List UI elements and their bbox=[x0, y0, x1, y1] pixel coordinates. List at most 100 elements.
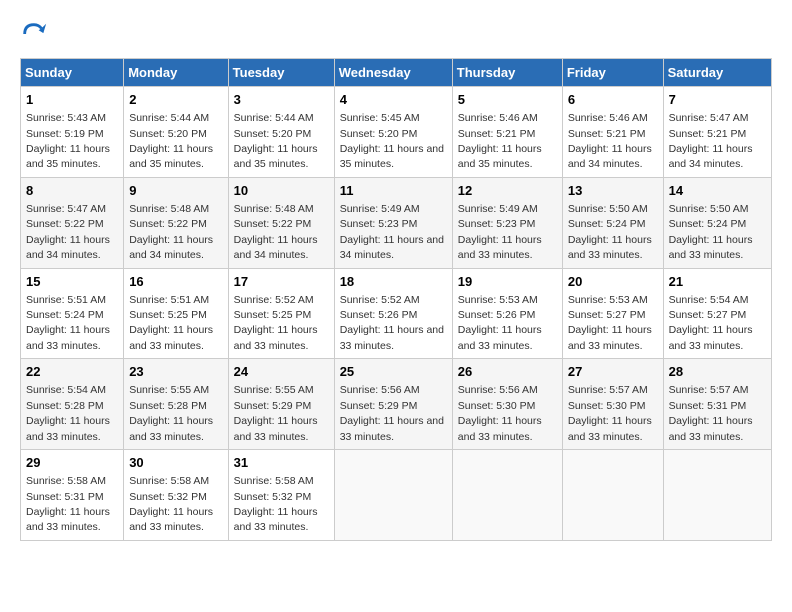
calendar-cell: 25 Sunrise: 5:56 AMSunset: 5:29 PMDayligh… bbox=[334, 359, 452, 450]
week-row-1: 1 Sunrise: 5:43 AMSunset: 5:19 PMDaylight… bbox=[21, 87, 772, 178]
calendar-cell bbox=[663, 450, 771, 541]
calendar-cell: 9Sunrise: 5:48 AMSunset: 5:22 PMDaylight… bbox=[124, 177, 228, 268]
day-number: 1 bbox=[26, 91, 118, 109]
header-thursday: Thursday bbox=[452, 59, 562, 87]
calendar-cell: 1 Sunrise: 5:43 AMSunset: 5:19 PMDaylight… bbox=[21, 87, 124, 178]
day-number: 19 bbox=[458, 273, 557, 291]
week-row-3: 15 Sunrise: 5:51 AMSunset: 5:24 PMDayligh… bbox=[21, 268, 772, 359]
week-row-5: 29 Sunrise: 5:58 AMSunset: 5:31 PMDayligh… bbox=[21, 450, 772, 541]
calendar-table: SundayMondayTuesdayWednesdayThursdayFrid… bbox=[20, 58, 772, 541]
calendar-cell: 20Sunrise: 5:53 AMSunset: 5:27 PMDayligh… bbox=[562, 268, 663, 359]
calendar-cell: 28 Sunrise: 5:57 AMSunset: 5:31 PMDayligh… bbox=[663, 359, 771, 450]
calendar-cell: 29 Sunrise: 5:58 AMSunset: 5:31 PMDayligh… bbox=[21, 450, 124, 541]
header-saturday: Saturday bbox=[663, 59, 771, 87]
day-detail: Sunrise: 5:47 AMSunset: 5:21 PMDaylight:… bbox=[669, 112, 753, 170]
calendar-cell: 14 Sunrise: 5:50 AMSunset: 5:24 PMDayligh… bbox=[663, 177, 771, 268]
day-number: 11 bbox=[340, 182, 447, 200]
day-detail: Sunrise: 5:47 AMSunset: 5:22 PMDaylight:… bbox=[26, 203, 110, 261]
day-detail: Sunrise: 5:44 AMSunset: 5:20 PMDaylight:… bbox=[129, 112, 213, 170]
day-detail: Sunrise: 5:46 AMSunset: 5:21 PMDaylight:… bbox=[458, 112, 542, 170]
calendar-cell: 23 Sunrise: 5:55 AMSunset: 5:28 PMDayligh… bbox=[124, 359, 228, 450]
calendar-cell: 6 Sunrise: 5:46 AMSunset: 5:21 PMDaylight… bbox=[562, 87, 663, 178]
day-number: 4 bbox=[340, 91, 447, 109]
logo-icon bbox=[20, 20, 48, 48]
calendar-cell: 4 Sunrise: 5:45 AMSunset: 5:20 PMDaylight… bbox=[334, 87, 452, 178]
day-number: 2 bbox=[129, 91, 222, 109]
calendar-cell: 3Sunrise: 5:44 AMSunset: 5:20 PMDaylight… bbox=[228, 87, 334, 178]
day-number: 30 bbox=[129, 454, 222, 472]
day-detail: Sunrise: 5:46 AMSunset: 5:21 PMDaylight:… bbox=[568, 112, 652, 170]
day-number: 14 bbox=[669, 182, 766, 200]
day-detail: Sunrise: 5:56 AMSunset: 5:30 PMDaylight:… bbox=[458, 384, 542, 442]
day-detail: Sunrise: 5:49 AMSunset: 5:23 PMDaylight:… bbox=[458, 203, 542, 261]
day-number: 12 bbox=[458, 182, 557, 200]
day-detail: Sunrise: 5:55 AMSunset: 5:29 PMDaylight:… bbox=[234, 384, 318, 442]
calendar-cell: 13Sunrise: 5:50 AMSunset: 5:24 PMDayligh… bbox=[562, 177, 663, 268]
calendar-cell: 26 Sunrise: 5:56 AMSunset: 5:30 PMDayligh… bbox=[452, 359, 562, 450]
header-sunday: Sunday bbox=[21, 59, 124, 87]
day-number: 18 bbox=[340, 273, 447, 291]
day-detail: Sunrise: 5:49 AMSunset: 5:23 PMDaylight:… bbox=[340, 203, 444, 261]
calendar-cell: 12 Sunrise: 5:49 AMSunset: 5:23 PMDayligh… bbox=[452, 177, 562, 268]
day-detail: Sunrise: 5:51 AMSunset: 5:25 PMDaylight:… bbox=[129, 294, 213, 352]
week-row-2: 8 Sunrise: 5:47 AMSunset: 5:22 PMDaylight… bbox=[21, 177, 772, 268]
day-detail: Sunrise: 5:55 AMSunset: 5:28 PMDaylight:… bbox=[129, 384, 213, 442]
day-detail: Sunrise: 5:57 AMSunset: 5:31 PMDaylight:… bbox=[669, 384, 753, 442]
calendar-cell: 19 Sunrise: 5:53 AMSunset: 5:26 PMDayligh… bbox=[452, 268, 562, 359]
day-detail: Sunrise: 5:43 AMSunset: 5:19 PMDaylight:… bbox=[26, 112, 110, 170]
day-number: 24 bbox=[234, 363, 329, 381]
calendar-cell: 22 Sunrise: 5:54 AMSunset: 5:28 PMDayligh… bbox=[21, 359, 124, 450]
day-detail: Sunrise: 5:45 AMSunset: 5:20 PMDaylight:… bbox=[340, 112, 444, 170]
calendar-cell: 16Sunrise: 5:51 AMSunset: 5:25 PMDayligh… bbox=[124, 268, 228, 359]
logo bbox=[20, 20, 52, 48]
day-detail: Sunrise: 5:52 AMSunset: 5:25 PMDaylight:… bbox=[234, 294, 318, 352]
day-detail: Sunrise: 5:50 AMSunset: 5:24 PMDaylight:… bbox=[669, 203, 753, 261]
day-detail: Sunrise: 5:54 AMSunset: 5:27 PMDaylight:… bbox=[669, 294, 753, 352]
day-detail: Sunrise: 5:56 AMSunset: 5:29 PMDaylight:… bbox=[340, 384, 444, 442]
day-detail: Sunrise: 5:58 AMSunset: 5:31 PMDaylight:… bbox=[26, 475, 110, 533]
day-detail: Sunrise: 5:52 AMSunset: 5:26 PMDaylight:… bbox=[340, 294, 444, 352]
calendar-cell bbox=[334, 450, 452, 541]
day-number: 23 bbox=[129, 363, 222, 381]
calendar-cell: 24 Sunrise: 5:55 AMSunset: 5:29 PMDayligh… bbox=[228, 359, 334, 450]
day-detail: Sunrise: 5:48 AMSunset: 5:22 PMDaylight:… bbox=[234, 203, 318, 261]
day-number: 28 bbox=[669, 363, 766, 381]
day-number: 26 bbox=[458, 363, 557, 381]
day-detail: Sunrise: 5:54 AMSunset: 5:28 PMDaylight:… bbox=[26, 384, 110, 442]
calendar-cell: 5 Sunrise: 5:46 AMSunset: 5:21 PMDaylight… bbox=[452, 87, 562, 178]
calendar-cell: 30 Sunrise: 5:58 AMSunset: 5:32 PMDayligh… bbox=[124, 450, 228, 541]
calendar-cell: 18 Sunrise: 5:52 AMSunset: 5:26 PMDayligh… bbox=[334, 268, 452, 359]
day-number: 22 bbox=[26, 363, 118, 381]
day-number: 9 bbox=[129, 182, 222, 200]
header bbox=[20, 20, 772, 48]
calendar-cell: 15 Sunrise: 5:51 AMSunset: 5:24 PMDayligh… bbox=[21, 268, 124, 359]
header-friday: Friday bbox=[562, 59, 663, 87]
day-number: 6 bbox=[568, 91, 658, 109]
day-detail: Sunrise: 5:58 AMSunset: 5:32 PMDaylight:… bbox=[234, 475, 318, 533]
calendar-cell: 10Sunrise: 5:48 AMSunset: 5:22 PMDayligh… bbox=[228, 177, 334, 268]
day-number: 27 bbox=[568, 363, 658, 381]
day-number: 17 bbox=[234, 273, 329, 291]
day-detail: Sunrise: 5:53 AMSunset: 5:26 PMDaylight:… bbox=[458, 294, 542, 352]
calendar-cell bbox=[452, 450, 562, 541]
calendar-cell: 8 Sunrise: 5:47 AMSunset: 5:22 PMDaylight… bbox=[21, 177, 124, 268]
calendar-cell: 11 Sunrise: 5:49 AMSunset: 5:23 PMDayligh… bbox=[334, 177, 452, 268]
header-tuesday: Tuesday bbox=[228, 59, 334, 87]
day-number: 31 bbox=[234, 454, 329, 472]
day-detail: Sunrise: 5:58 AMSunset: 5:32 PMDaylight:… bbox=[129, 475, 213, 533]
day-number: 8 bbox=[26, 182, 118, 200]
day-detail: Sunrise: 5:57 AMSunset: 5:30 PMDaylight:… bbox=[568, 384, 652, 442]
day-number: 29 bbox=[26, 454, 118, 472]
calendar-cell: 7Sunrise: 5:47 AMSunset: 5:21 PMDaylight… bbox=[663, 87, 771, 178]
day-number: 3 bbox=[234, 91, 329, 109]
day-detail: Sunrise: 5:51 AMSunset: 5:24 PMDaylight:… bbox=[26, 294, 110, 352]
calendar-cell: 21 Sunrise: 5:54 AMSunset: 5:27 PMDayligh… bbox=[663, 268, 771, 359]
day-number: 21 bbox=[669, 273, 766, 291]
day-number: 5 bbox=[458, 91, 557, 109]
calendar-cell: 31 Sunrise: 5:58 AMSunset: 5:32 PMDayligh… bbox=[228, 450, 334, 541]
day-number: 20 bbox=[568, 273, 658, 291]
day-number: 25 bbox=[340, 363, 447, 381]
day-number: 15 bbox=[26, 273, 118, 291]
week-row-4: 22 Sunrise: 5:54 AMSunset: 5:28 PMDayligh… bbox=[21, 359, 772, 450]
calendar-cell: 27 Sunrise: 5:57 AMSunset: 5:30 PMDayligh… bbox=[562, 359, 663, 450]
